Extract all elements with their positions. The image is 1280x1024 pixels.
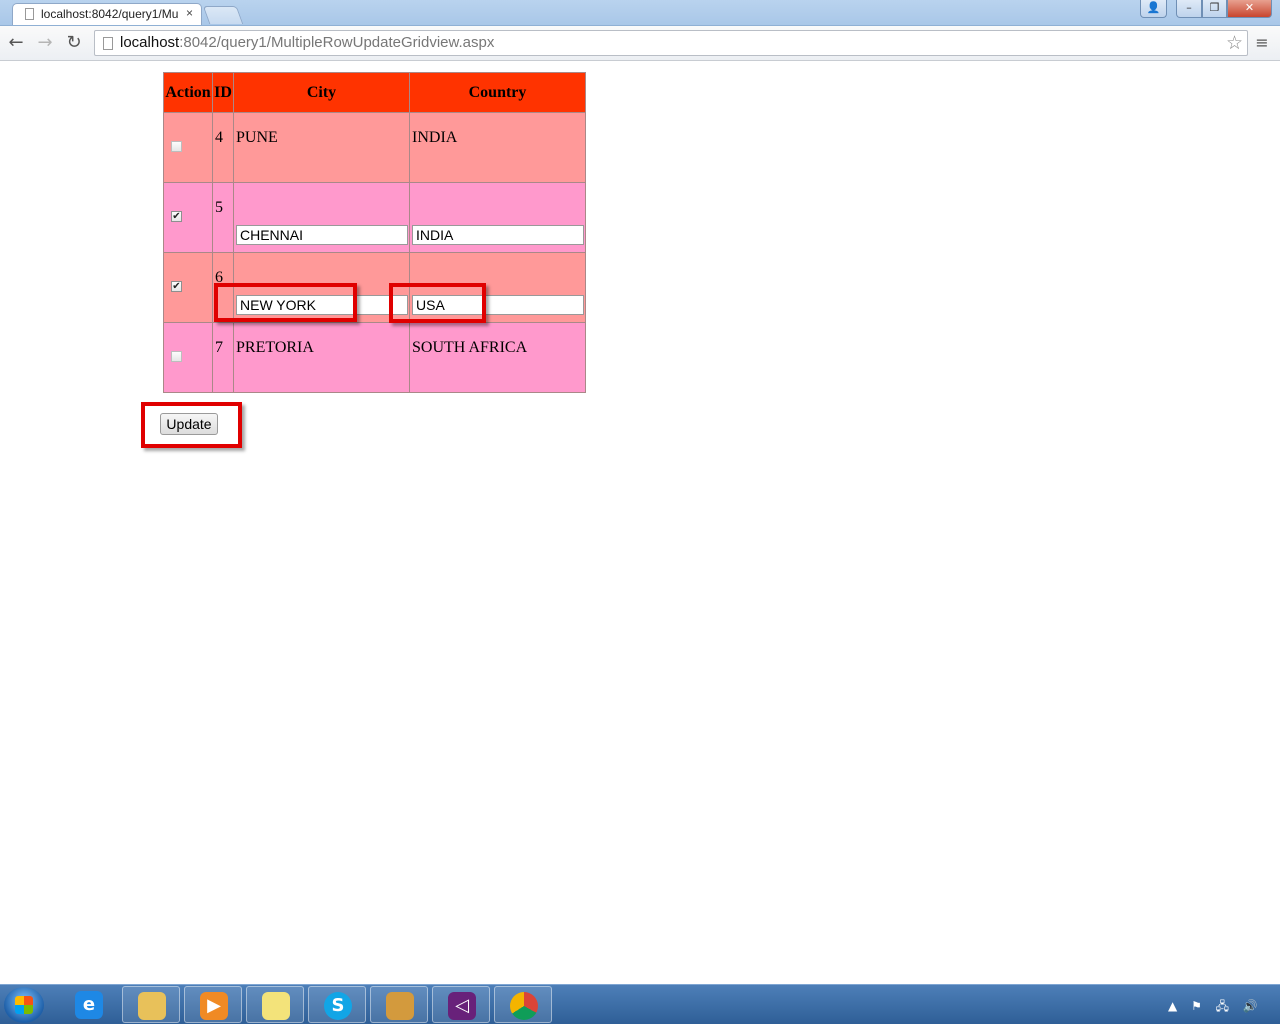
header-id: ID: [212, 72, 234, 113]
taskbar-skype[interactable]: S: [308, 986, 366, 1023]
action-center-flag-icon[interactable]: ⚑: [1191, 999, 1202, 1013]
table-row: 7 PRETORIA SOUTH AFRICA: [163, 322, 586, 393]
start-button[interactable]: [4, 987, 44, 1023]
country-value: SOUTH AFRICA: [412, 339, 528, 356]
highlight-box-country: [389, 283, 486, 323]
city-cell: CHENNAI: [233, 182, 410, 253]
folder-icon: [138, 992, 166, 1020]
visual-studio-icon: ◁: [448, 992, 476, 1020]
highlight-box-update: [141, 402, 242, 448]
id-value: 4: [215, 129, 223, 146]
tab-title: localhost:8042/query1/Mu: [41, 7, 179, 21]
row-checkbox[interactable]: [171, 351, 182, 362]
city-value: PRETORIA: [236, 339, 314, 356]
show-hidden-icons-icon[interactable]: ▲: [1168, 999, 1177, 1013]
windows-logo-icon: [15, 996, 33, 1014]
highlight-box-city: [214, 283, 357, 322]
table-row: 4 PUNE INDIA: [163, 112, 586, 183]
id-value: 6: [215, 269, 223, 286]
url-text[interactable]: localhost:8042/query1/MultipleRowUpdateG…: [120, 34, 494, 51]
row-checkbox[interactable]: [171, 141, 182, 152]
browser-toolbar: ← → ↻ localhost:8042/query1/MultipleRowU…: [0, 26, 1280, 61]
city-value: PUNE: [236, 129, 278, 146]
maximize-button[interactable]: ❐: [1202, 0, 1227, 18]
browser-tab[interactable]: localhost:8042/query1/Mu ×: [12, 3, 202, 25]
bookmark-star-icon[interactable]: ☆: [1226, 32, 1243, 54]
action-cell: [163, 112, 213, 183]
new-tab-button[interactable]: [202, 6, 244, 24]
id-value: 5: [215, 199, 223, 216]
skype-icon: S: [324, 992, 352, 1020]
city-cell: PRETORIA: [233, 322, 410, 393]
country-input[interactable]: INDIA: [412, 225, 584, 245]
reload-button[interactable]: ↻: [63, 32, 85, 54]
windows-taskbar: e ▶ S ◁ ▲ ⚑ 🖧 🔊: [0, 984, 1280, 1024]
sticky-notes-icon: [262, 992, 290, 1020]
action-cell: ✔: [163, 252, 213, 323]
city-input[interactable]: CHENNAI: [236, 225, 408, 245]
address-bar[interactable]: localhost:8042/query1/MultipleRowUpdateG…: [94, 30, 1248, 56]
id-cell: 7: [212, 322, 234, 393]
country-cell: INDIA: [409, 112, 586, 183]
id-cell: 5: [212, 182, 234, 253]
header-country: Country: [409, 72, 586, 113]
id-value: 7: [215, 339, 223, 356]
volume-icon[interactable]: 🔊: [1243, 999, 1258, 1013]
system-tray: ▲ ⚑ 🖧 🔊: [1168, 997, 1268, 1018]
header-row: Action ID City Country: [163, 72, 586, 113]
chrome-menu-icon[interactable]: ≡: [1254, 34, 1270, 52]
taskbar-sticky-notes[interactable]: [246, 986, 304, 1023]
taskbar-cleaner[interactable]: [370, 986, 428, 1023]
tab-close-icon[interactable]: ×: [186, 6, 193, 20]
close-window-button[interactable]: ✕: [1227, 0, 1272, 18]
row-checkbox[interactable]: ✔: [171, 211, 182, 222]
header-action: Action: [163, 72, 213, 113]
city-cell: PUNE: [233, 112, 410, 183]
url-host: localhost: [120, 34, 180, 51]
back-button[interactable]: ←: [5, 32, 27, 54]
taskbar-ie[interactable]: e: [60, 986, 118, 1023]
header-city: City: [233, 72, 410, 113]
chrome-icon: [510, 992, 538, 1020]
user-profile-icon[interactable]: 👤: [1140, 0, 1167, 18]
taskbar-visual-studio[interactable]: ◁: [432, 986, 490, 1023]
gridview-table: Action ID City Country 4 PUNE INDIA ✔ 5 …: [163, 72, 586, 393]
row-checkbox[interactable]: ✔: [171, 281, 182, 292]
taskbar-chrome[interactable]: [494, 986, 552, 1023]
forward-button[interactable]: →: [34, 32, 56, 54]
internet-explorer-icon: e: [75, 991, 103, 1019]
table-row: ✔ 5 CHENNAI INDIA: [163, 182, 586, 253]
country-cell: INDIA: [409, 182, 586, 253]
browser-title-bar: localhost:8042/query1/Mu × 👤 – ❐ ✕: [0, 0, 1280, 26]
country-cell: SOUTH AFRICA: [409, 322, 586, 393]
action-cell: [163, 322, 213, 393]
page-icon: [103, 37, 113, 50]
minimize-button[interactable]: –: [1176, 0, 1202, 18]
page-icon: [25, 8, 34, 20]
country-value: INDIA: [412, 129, 458, 146]
taskbar-explorer[interactable]: [122, 986, 180, 1023]
url-path: :8042/query1/MultipleRowUpdateGridview.a…: [179, 34, 495, 51]
network-icon[interactable]: 🖧: [1216, 999, 1229, 1013]
id-cell: 4: [212, 112, 234, 183]
taskbar-media[interactable]: ▶: [184, 986, 242, 1023]
media-player-icon: ▶: [200, 992, 228, 1020]
broom-icon: [386, 992, 414, 1020]
action-cell: ✔: [163, 182, 213, 253]
